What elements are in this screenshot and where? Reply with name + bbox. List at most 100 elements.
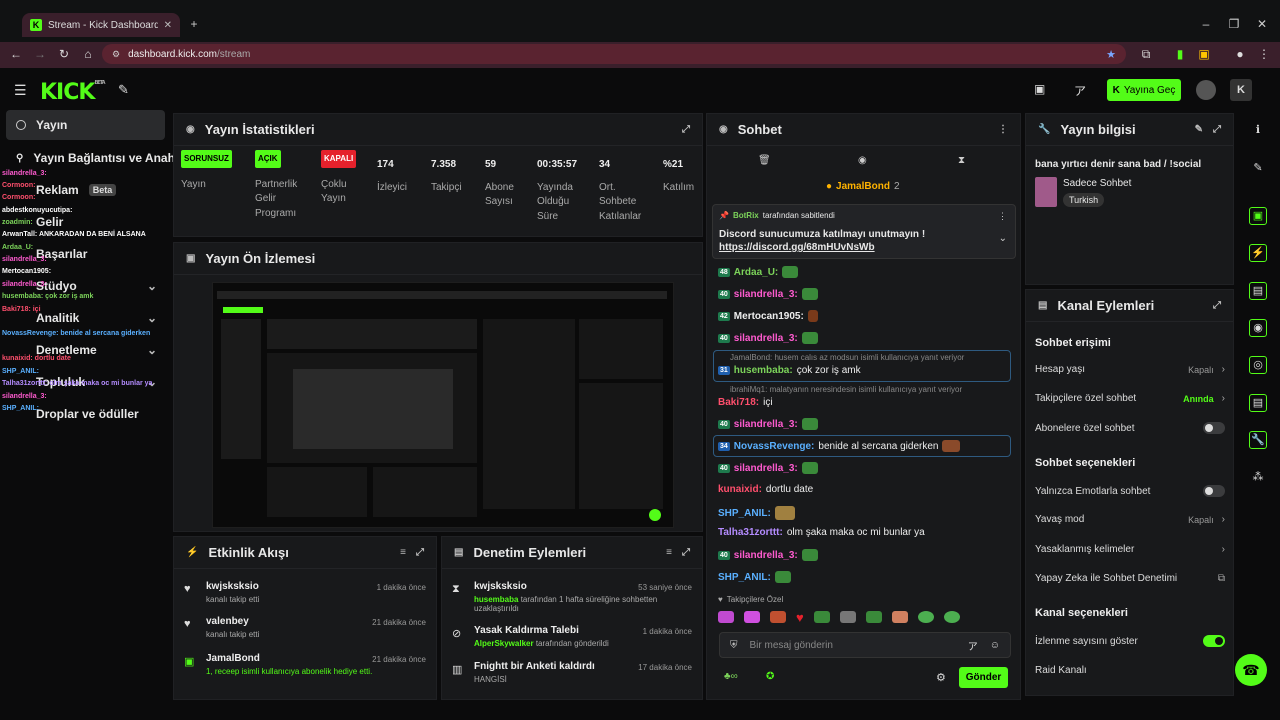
- emote-icon[interactable]: [891, 611, 908, 623]
- chat-user[interactable]: Baki718:: [718, 397, 759, 408]
- ai-moderation-row[interactable]: Yapay Zeka ile Sohbet Denetimi ⧉: [1035, 573, 1225, 584]
- filter-icon[interactable]: ≡: [400, 547, 406, 558]
- chat-user[interactable]: Ardaa_U:: [734, 267, 778, 278]
- emote-icon[interactable]: [943, 611, 960, 623]
- trash-icon[interactable]: 🗑: [758, 155, 771, 166]
- stream-preview-video[interactable]: [212, 282, 674, 528]
- chat-user[interactable]: silandrella_3:: [734, 419, 798, 430]
- mod-user[interactable]: husembaba: [474, 595, 518, 604]
- sidebar-item-drops[interactable]: Droplar ve ödüller: [6, 399, 165, 429]
- profile-avatar-icon[interactable]: ●: [1232, 46, 1248, 62]
- chat-user[interactable]: silandrella_3:: [734, 289, 798, 300]
- chat-user[interactable]: kunaixid:: [718, 484, 762, 495]
- kick-coin-icon[interactable]: ✪: [766, 671, 774, 682]
- back-icon[interactable]: ←: [8, 46, 24, 62]
- edit-icon[interactable]: ✎: [1195, 124, 1203, 135]
- restore-icon[interactable]: ❐: [1226, 16, 1242, 32]
- emote-icon[interactable]: [718, 611, 734, 623]
- extensions-icon[interactable]: ⧉: [1138, 46, 1154, 62]
- chat-user[interactable]: Talha31zorttt:: [718, 527, 783, 538]
- emote-icon[interactable]: [839, 611, 856, 623]
- heart-emote-icon[interactable]: ♥: [796, 610, 804, 625]
- minimize-icon[interactable]: –: [1198, 16, 1214, 32]
- emote-icon[interactable]: [865, 611, 882, 623]
- expand-icon[interactable]: ⤢: [682, 547, 690, 558]
- home-icon[interactable]: ⌂: [80, 46, 96, 62]
- close-window-icon[interactable]: ✕: [1254, 16, 1270, 32]
- bookmark-star-icon[interactable]: ★: [1106, 48, 1116, 61]
- chat-user[interactable]: SHP_ANIL:: [718, 508, 771, 519]
- chat-bubble-icon[interactable]: ◉: [858, 155, 867, 166]
- unpin-icon[interactable]: ⋮: [998, 211, 1007, 222]
- community-icon[interactable]: ⁂: [1250, 469, 1266, 485]
- wrench-widget-icon[interactable]: 🔧: [1249, 431, 1267, 449]
- expand-icon[interactable]: ⤢: [1213, 300, 1221, 311]
- chat-input[interactable]: ⛨ Bir mesaj gönderin ア ☺: [719, 632, 1011, 658]
- dashboard-layout-icon[interactable]: K: [1230, 79, 1252, 101]
- activity-user[interactable]: kwjsksksio: [206, 581, 259, 592]
- mod-user[interactable]: AlperSkywalker: [474, 639, 534, 648]
- pinned-link[interactable]: https://discord.gg/68mHUvNsWb: [719, 242, 875, 253]
- browser-tab[interactable]: K Stream - Kick Dashboard ✕: [22, 13, 180, 37]
- emote-icon[interactable]: [744, 611, 760, 623]
- translate-toggle-icon[interactable]: ア: [1074, 82, 1086, 99]
- expand-icon[interactable]: ⤢: [416, 547, 424, 558]
- points-icon[interactable]: ♣∞: [724, 671, 738, 682]
- forward-icon[interactable]: →: [32, 46, 48, 62]
- chevron-down-icon[interactable]: ⌄: [999, 233, 1007, 244]
- raid-row[interactable]: Raid Kanalı: [1035, 665, 1225, 676]
- emote-icon[interactable]: [770, 611, 786, 623]
- url-field[interactable]: ⚙ dashboard.kick.com/stream ★: [102, 44, 1126, 64]
- go-live-button[interactable]: K Yayına Geç: [1107, 79, 1181, 101]
- chat-user[interactable]: NovassRevenge:: [734, 441, 815, 452]
- chat-user[interactable]: husembaba:: [734, 365, 793, 376]
- followers-chat-row[interactable]: Takipçilere özel sohbet Anında ›: [1035, 393, 1225, 404]
- preview-widget-icon[interactable]: ◎: [1249, 356, 1267, 374]
- site-info-icon[interactable]: ⚙: [112, 49, 120, 60]
- chat-user[interactable]: silandrella_3:: [734, 333, 798, 344]
- chat-user[interactable]: Mertocan1905:: [734, 311, 804, 322]
- activity-user[interactable]: JamalBond: [206, 653, 260, 664]
- more-options-icon[interactable]: ⋮: [998, 124, 1008, 135]
- filter-icon[interactable]: ≡: [666, 547, 672, 558]
- settings-gear-icon[interactable]: ⚙: [936, 671, 946, 684]
- slow-mode-row[interactable]: Yavaş mod Kapalı ›: [1035, 514, 1225, 525]
- chat-widget-icon[interactable]: ◉: [1249, 319, 1267, 337]
- hamburger-menu-icon[interactable]: ☰: [14, 82, 27, 99]
- hourglass-icon[interactable]: ⧗: [958, 155, 965, 166]
- banned-words-row[interactable]: Yasaklanmış kelimeler ›: [1035, 544, 1225, 555]
- obs-icon[interactable]: ▣: [1034, 82, 1045, 96]
- expand-icon[interactable]: ⤢: [1213, 124, 1221, 135]
- edit-icon[interactable]: ✎: [1250, 160, 1266, 176]
- subs-only-toggle[interactable]: [1203, 422, 1225, 434]
- close-tab-icon[interactable]: ✕: [164, 20, 172, 31]
- translate-icon[interactable]: ア: [968, 638, 978, 653]
- top-user[interactable]: JamalBond: [836, 181, 890, 192]
- account-age-row[interactable]: Hesap yaşı Kapalı ›: [1035, 364, 1225, 375]
- channel-widget-icon[interactable]: ▤: [1249, 394, 1267, 412]
- chat-user[interactable]: silandrella_3:: [734, 550, 798, 561]
- emotes-only-toggle[interactable]: [1203, 485, 1225, 497]
- chat-user[interactable]: SHP_ANIL:: [718, 572, 771, 583]
- chat-user[interactable]: silandrella_3:: [734, 463, 798, 474]
- activity-user[interactable]: valenbey: [206, 616, 249, 627]
- category-thumbnail[interactable]: [1035, 177, 1057, 207]
- expand-icon[interactable]: ⤢: [682, 124, 690, 135]
- user-avatar[interactable]: [1196, 80, 1216, 100]
- category-name[interactable]: Sadece Sohbet: [1063, 178, 1131, 189]
- translate-icon[interactable]: ▣: [1196, 46, 1212, 62]
- pinned-by[interactable]: BotRix: [733, 211, 759, 220]
- show-views-toggle[interactable]: [1203, 635, 1225, 647]
- stats-widget-icon[interactable]: ▣: [1249, 207, 1267, 225]
- extension-trash-icon[interactable]: ▮: [1172, 46, 1188, 62]
- info-icon[interactable]: ℹ: [1250, 122, 1266, 138]
- moderation-widget-icon[interactable]: ▤: [1249, 282, 1267, 300]
- pin-icon[interactable]: ✎: [118, 82, 129, 98]
- emote-icon[interactable]: [917, 611, 934, 623]
- emoji-icon[interactable]: ☺: [990, 640, 1000, 651]
- help-chat-icon[interactable]: ☎: [1235, 654, 1267, 686]
- kick-logo[interactable]: KICKBETA: [40, 80, 106, 105]
- emote-icon[interactable]: [813, 611, 830, 623]
- sidebar-item-stream-key[interactable]: ⚲ Yayın Bağlantısı ve Anahtarı: [6, 143, 176, 173]
- new-tab-icon[interactable]: +: [186, 16, 202, 32]
